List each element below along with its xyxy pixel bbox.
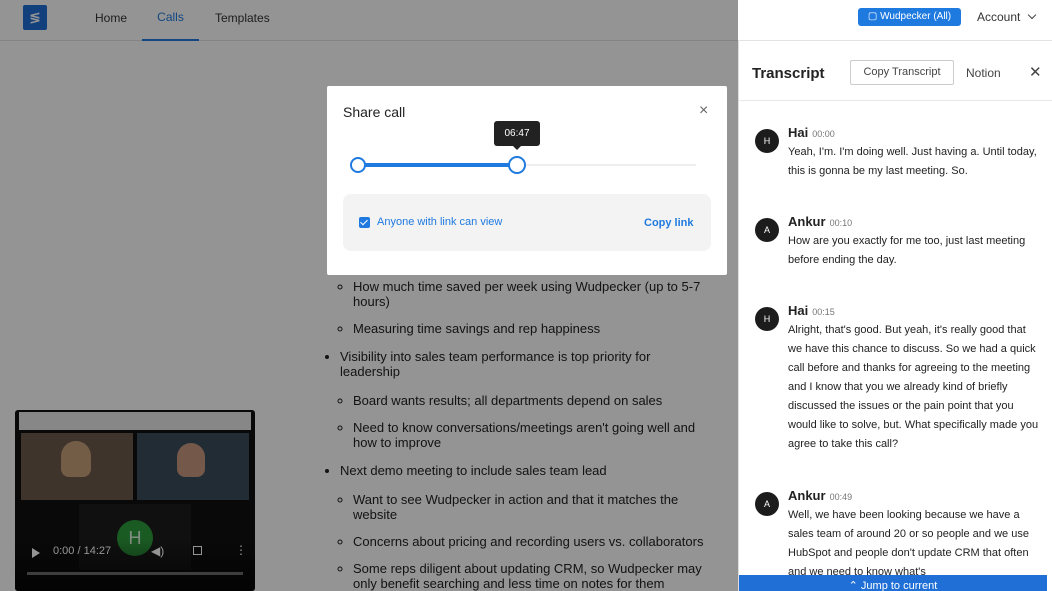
briefcase-icon: ▢ [867, 11, 881, 22]
speaker-name: Hai [788, 125, 809, 140]
entry-text: How are you exactly for me too, just las… [788, 235, 1026, 266]
entry-timestamp[interactable]: 00:10 [830, 218, 853, 228]
entry-timestamp[interactable]: 00:15 [812, 307, 835, 317]
speaker-avatar: H [755, 129, 779, 153]
notion-button[interactable]: Notion [966, 66, 1001, 80]
speaker-avatar: H [755, 307, 779, 331]
entry-text: Yeah, I'm. I'm doing well. Just having a… [788, 146, 1037, 177]
slider-tooltip: 06:47 [494, 121, 540, 150]
speaker-name: Hai [788, 303, 809, 318]
transcript-header: Transcript Copy Transcript Notion ✕ [739, 41, 1052, 101]
workspace-button[interactable]: ▢ Wudpecker (All) [858, 8, 961, 26]
slider-start-handle[interactable] [350, 157, 366, 173]
speaker-line: Ankur 00:49 [788, 488, 852, 503]
speaker-line: Ankur 00:10 [788, 214, 852, 229]
workspace-label: Wudpecker (All) [880, 11, 952, 22]
copy-link-button[interactable]: Copy link [644, 217, 694, 229]
speaker-avatar: A [755, 492, 779, 516]
speaker-name: Ankur [788, 214, 826, 229]
transcript-panel: Transcript Copy Transcript Notion ✕ H Hai… [738, 41, 1052, 591]
copy-transcript-button[interactable]: Copy Transcript [850, 60, 954, 85]
modal-title: Share call [343, 104, 406, 120]
account-menu[interactable]: Account [977, 10, 1037, 24]
speaker-name: Ankur [788, 488, 826, 503]
chevron-up-icon: ⌃ [848, 580, 861, 591]
slider-end-handle[interactable] [507, 156, 526, 174]
close-transcript-icon[interactable]: ✕ [1029, 63, 1042, 81]
transcript-title: Transcript [752, 65, 825, 82]
jump-label: Jump to current [860, 580, 938, 591]
link-view-label[interactable]: Anyone with link can view [377, 216, 502, 228]
entry-text: Well, we have been looking because we ha… [788, 509, 1029, 578]
speaker-avatar: A [755, 218, 779, 242]
entry-timestamp[interactable]: 00:49 [830, 492, 853, 502]
close-icon[interactable]: × [699, 102, 708, 120]
slider-selected-range [358, 163, 517, 167]
speaker-line: Hai 00:00 [788, 125, 835, 140]
chevron-down-icon [1028, 10, 1037, 20]
account-label: Account [977, 10, 1021, 24]
entry-text: Alright, that's good. But yeah, it's rea… [788, 324, 1039, 450]
share-options: Anyone with link can view Copy link [343, 194, 711, 251]
share-call-modal: Share call × 06:47 Anyone with link can … [327, 86, 727, 275]
speaker-line: Hai 00:15 [788, 303, 835, 318]
link-view-checkbox[interactable] [359, 217, 370, 228]
entry-timestamp[interactable]: 00:00 [812, 129, 835, 139]
jump-to-current-button[interactable]: ⌃ Jump to current [739, 575, 1047, 591]
